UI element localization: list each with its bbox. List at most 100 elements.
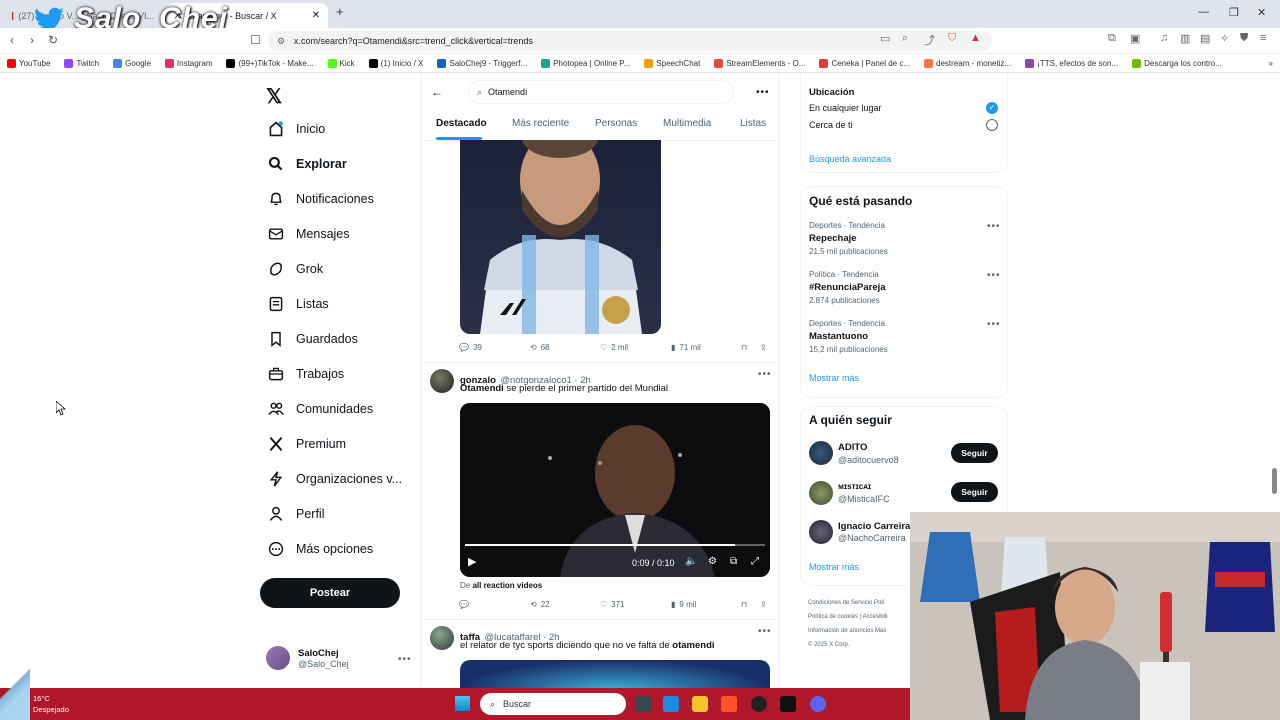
bookmark-item[interactable]: (99+)TikTok - Make... (219, 58, 320, 68)
bookmark-item[interactable]: StreamElements - O... (707, 58, 812, 68)
footer-link-ads[interactable]: Información de anuncios (808, 628, 873, 634)
tab-search-icon[interactable]: ▣ (1130, 32, 1140, 45)
weather-temp[interactable]: 16°C (33, 694, 50, 703)
share-button[interactable]: ⇪ (760, 600, 767, 609)
vpn-icon[interactable]: ⛊ (1240, 32, 1248, 45)
avatar[interactable] (809, 481, 833, 505)
close-icon[interactable]: ✕ (312, 10, 320, 21)
like-button[interactable]: ♡ 371 (600, 600, 625, 609)
tab-listas[interactable]: Listas (740, 118, 766, 129)
page-scrollbar-thumb[interactable] (1272, 468, 1277, 494)
bookmark-item[interactable]: destream - monetiz... (917, 58, 1018, 68)
share-icon[interactable]: ⤴ (924, 32, 935, 48)
account-switcher[interactable]: SaloChej @Salo_Chej (266, 646, 349, 670)
post-button[interactable]: Postear (260, 578, 400, 608)
nav-item-trabajos[interactable]: Trabajos (268, 366, 344, 382)
more-icon[interactable]: ••• (398, 654, 412, 665)
nav-item-inicio[interactable]: Inicio (268, 121, 325, 137)
maximize-button[interactable]: ❐ (1229, 6, 1239, 19)
trend-more-icon[interactable]: ••• (987, 319, 1001, 330)
forward-icon[interactable]: › (30, 33, 34, 47)
discord-icon[interactable] (810, 696, 826, 712)
tweet-more-icon[interactable]: ••• (758, 626, 772, 637)
fullscreen-icon[interactable]: ⤢ (751, 556, 759, 567)
follow-user-name[interactable]: ᴍɪsᴛɪᴄᴀɪ (838, 482, 871, 491)
bookmark-item[interactable]: Twitch (57, 58, 106, 68)
nav-item-más-opciones[interactable]: Más opciones (268, 541, 373, 557)
nav-item-grok[interactable]: Grok (268, 261, 323, 277)
store-icon[interactable] (663, 696, 679, 712)
tab-personas[interactable]: Personas (595, 118, 637, 129)
bookmark-item[interactable]: Photopea | Online P... (534, 58, 637, 68)
minimize-button[interactable]: — (1198, 6, 1209, 18)
bookmark-item[interactable]: Instagram (158, 58, 220, 68)
avatar[interactable] (809, 441, 833, 465)
footer-link-terms[interactable]: Condiciones de Servicio (808, 600, 872, 606)
follow-user-name[interactable]: ADITO (838, 442, 867, 453)
trends-show-more[interactable]: Mostrar más (809, 373, 859, 383)
tab-multimedia[interactable]: Multimedia (663, 118, 711, 129)
location-option-near[interactable]: Cerca de ti (809, 120, 853, 130)
trend-more-icon[interactable]: ••• (987, 221, 1001, 232)
file-explorer-icon[interactable] (692, 696, 708, 712)
site-info-icon[interactable]: ⚙ (277, 36, 285, 47)
taskbar-search-input[interactable]: ⌕ Buscar (480, 693, 626, 715)
x-logo-icon[interactable]: 𝕏 (266, 84, 282, 109)
trend-item[interactable]: Deportes · Tendencia Repechaje 21,5 mil pu… (809, 221, 1001, 256)
trend-more-icon[interactable]: ••• (987, 270, 1001, 281)
tweet-image-player-portrait[interactable] (460, 140, 661, 334)
media-icon[interactable]: ♫ (1160, 32, 1168, 44)
search-options-icon[interactable]: ••• (756, 87, 770, 98)
back-arrow-icon[interactable]: ← (431, 85, 443, 99)
avatar[interactable] (430, 369, 454, 393)
reply-button[interactable]: 💬 (459, 600, 469, 609)
avatar[interactable] (430, 626, 454, 650)
footer-link-cookies[interactable]: Política de cookies (808, 614, 858, 620)
follow-show-more[interactable]: Mostrar más (809, 562, 859, 572)
views-button[interactable]: ▮ 71 mil (671, 343, 701, 352)
trend-item[interactable]: Política · Tendencia #RenunciaPareja 2.874… (809, 270, 1001, 305)
zoom-icon[interactable]: ⌕ (902, 32, 908, 45)
footer-link-privacy[interactable]: Polí (874, 600, 884, 606)
windows-start-icon[interactable] (455, 696, 470, 711)
avatar[interactable] (809, 520, 833, 544)
nav-item-perfil[interactable]: Perfil (268, 506, 324, 522)
trend-item[interactable]: Deportes · Tendencia Mastantuono 15,2 mil … (809, 319, 1001, 354)
close-window-button[interactable]: ✕ (1257, 6, 1266, 19)
bookmarks-overflow-icon[interactable]: » (1262, 59, 1280, 68)
brave-shield-icon[interactable]: ⛉ (948, 32, 956, 45)
task-view-icon[interactable] (635, 696, 651, 712)
brave-browser-icon[interactable] (721, 696, 737, 712)
wallet-icon[interactable]: ▤ (1200, 32, 1210, 45)
tweet-video-player[interactable]: ▶ 0:09 / 0:10 🔈 ⚙ ⧉ ⤢ (460, 403, 770, 577)
tiktok-icon[interactable] (780, 696, 796, 712)
nav-item-organizaciones-v[interactable]: Organizaciones v... (268, 471, 402, 487)
nav-item-notificaciones[interactable]: Notificaciones (268, 191, 374, 207)
radio-checked-icon[interactable]: ✓ (986, 102, 998, 114)
sidebar-icon[interactable]: ▥ (1180, 32, 1190, 45)
nav-item-explorar[interactable]: Explorar (268, 156, 347, 172)
nav-item-listas[interactable]: Listas (268, 296, 329, 312)
video-source-link[interactable]: all reaction videos (472, 581, 542, 590)
radio-unchecked-icon[interactable] (986, 119, 998, 131)
obs-icon[interactable] (751, 696, 767, 712)
back-icon[interactable]: ‹ (10, 33, 14, 47)
bookmark-item[interactable]: (1) Inicio / X (362, 58, 431, 68)
tab-mas-reciente[interactable]: Más reciente (512, 118, 569, 129)
new-tab-button[interactable]: + (336, 4, 344, 19)
bookmark-item[interactable]: Descarga los contro... (1125, 58, 1229, 68)
location-option-anywhere[interactable]: En cualquier lugar (809, 103, 882, 113)
video-progress-track[interactable] (465, 544, 765, 546)
bookmark-button[interactable]: ⊓ (741, 600, 747, 609)
bookmark-item[interactable]: YouTube (0, 58, 57, 68)
volume-icon[interactable]: 🔈 (685, 556, 697, 567)
bookmark-item[interactable]: Google (106, 58, 158, 68)
bookmark-page-icon[interactable]: ☐ (250, 33, 261, 47)
pip-icon[interactable]: ⧉ (730, 556, 737, 567)
search-input[interactable]: ⌕ Otamendi (468, 80, 734, 104)
tab-destacado[interactable]: Destacado (436, 118, 487, 129)
menu-icon[interactable]: ≡ (1260, 32, 1266, 44)
bookmark-button[interactable]: ⊓ (741, 343, 747, 352)
nav-item-premium[interactable]: Premium (268, 436, 346, 452)
brave-rewards-icon[interactable]: ▲ (970, 32, 981, 44)
